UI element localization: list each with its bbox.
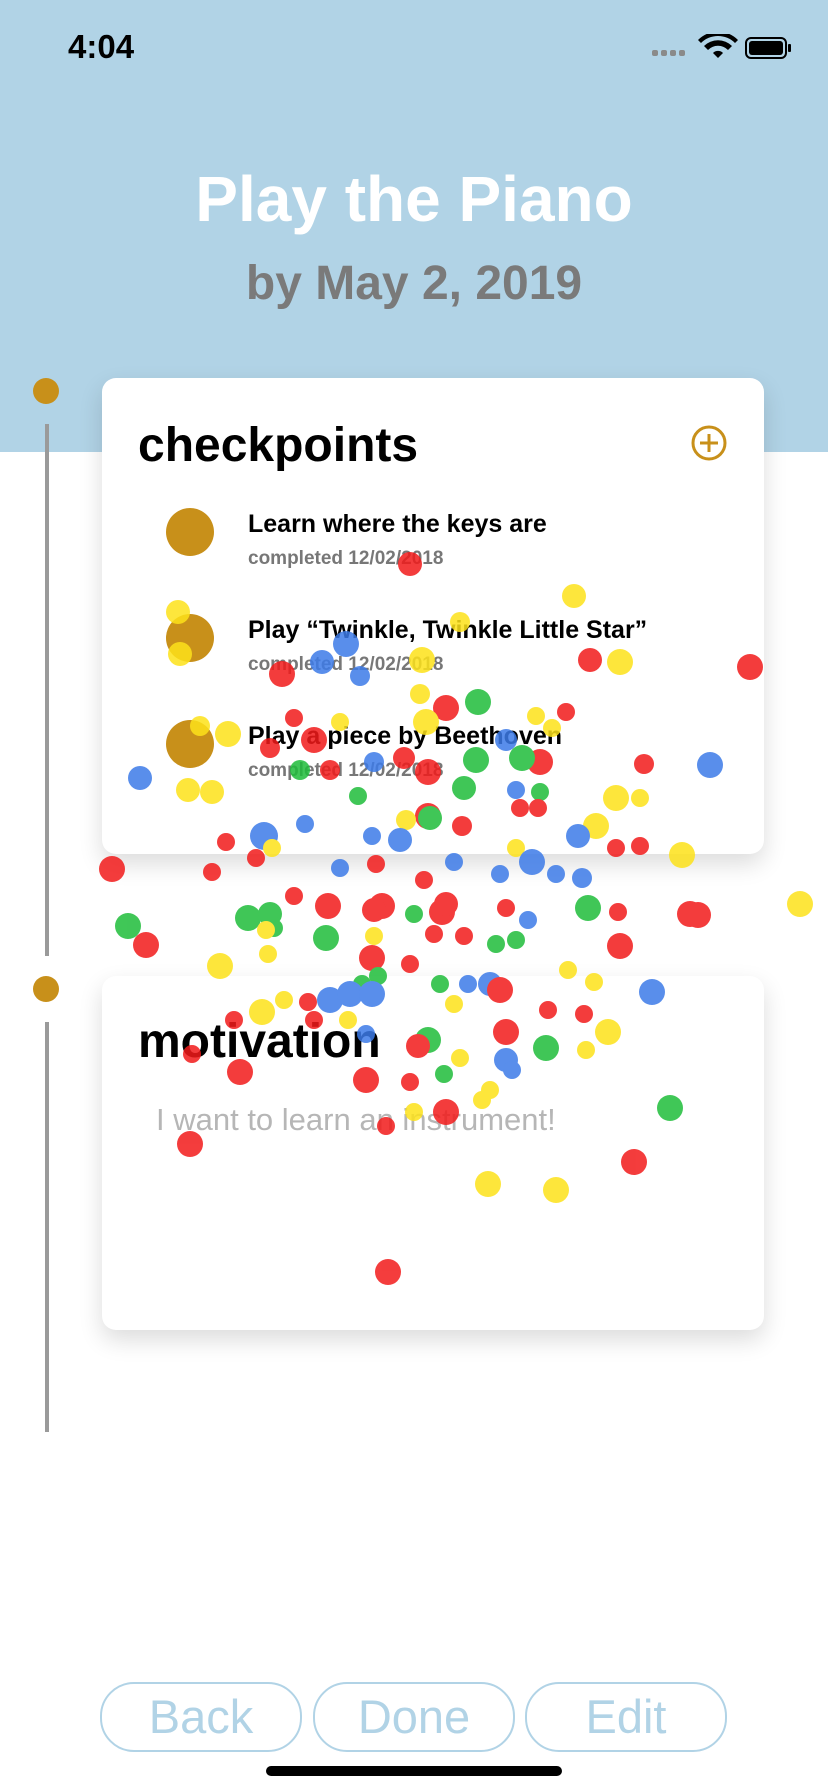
goal-title: Play the Piano <box>195 163 633 235</box>
checkpoint-bullet <box>166 720 214 768</box>
checkpoint-status: completed 12/02/2018 <box>248 548 444 569</box>
back-button[interactable]: Back <box>100 1682 302 1752</box>
wifi-icon <box>698 34 738 58</box>
checkpoint-item[interactable]: Play a piece by Beethoven completed 12/0… <box>102 720 764 820</box>
timeline-dot-checkpoints <box>33 378 59 404</box>
checkpoint-label: Play a piece by Beethoven <box>248 722 563 750</box>
timeline-line <box>45 1022 49 1432</box>
add-checkpoint-icon[interactable] <box>690 424 728 462</box>
checkpoint-item[interactable]: Play “Twinkle, Twinkle Little Star” comp… <box>102 614 764 714</box>
motivation-heading: motivation <box>138 1015 381 1068</box>
checkpoints-card: checkpoints Learn where the keys are com… <box>102 378 764 854</box>
status-time: 4:04 <box>68 28 135 65</box>
status-icons <box>652 34 791 59</box>
checkpoint-item[interactable]: Learn where the keys are completed 12/02… <box>102 508 764 608</box>
battery-icon <box>745 37 791 59</box>
checkpoint-status: completed 12/02/2018 <box>248 654 444 675</box>
checkpoint-status: completed 12/02/2018 <box>248 760 444 781</box>
motivation-text[interactable]: I want to learn an instrument! <box>156 1102 556 1138</box>
timeline-line <box>45 424 49 956</box>
cellular-signal-icon <box>652 50 685 56</box>
done-button[interactable]: Done <box>313 1682 515 1752</box>
checkpoint-label: Play “Twinkle, Twinkle Little Star” <box>248 616 648 644</box>
motivation-card: motivation I want to learn an instrument… <box>102 976 764 1330</box>
edit-button[interactable]: Edit <box>525 1682 727 1752</box>
timeline-dot-motivation <box>33 976 59 1002</box>
checkpoints-heading: checkpoints <box>138 419 419 472</box>
checkpoint-label: Learn where the keys are <box>248 510 547 538</box>
checkpoint-bullet <box>166 614 214 662</box>
home-indicator <box>266 1766 562 1776</box>
goal-deadline: by May 2, 2019 <box>245 257 583 310</box>
checkpoint-bullet <box>166 508 214 556</box>
